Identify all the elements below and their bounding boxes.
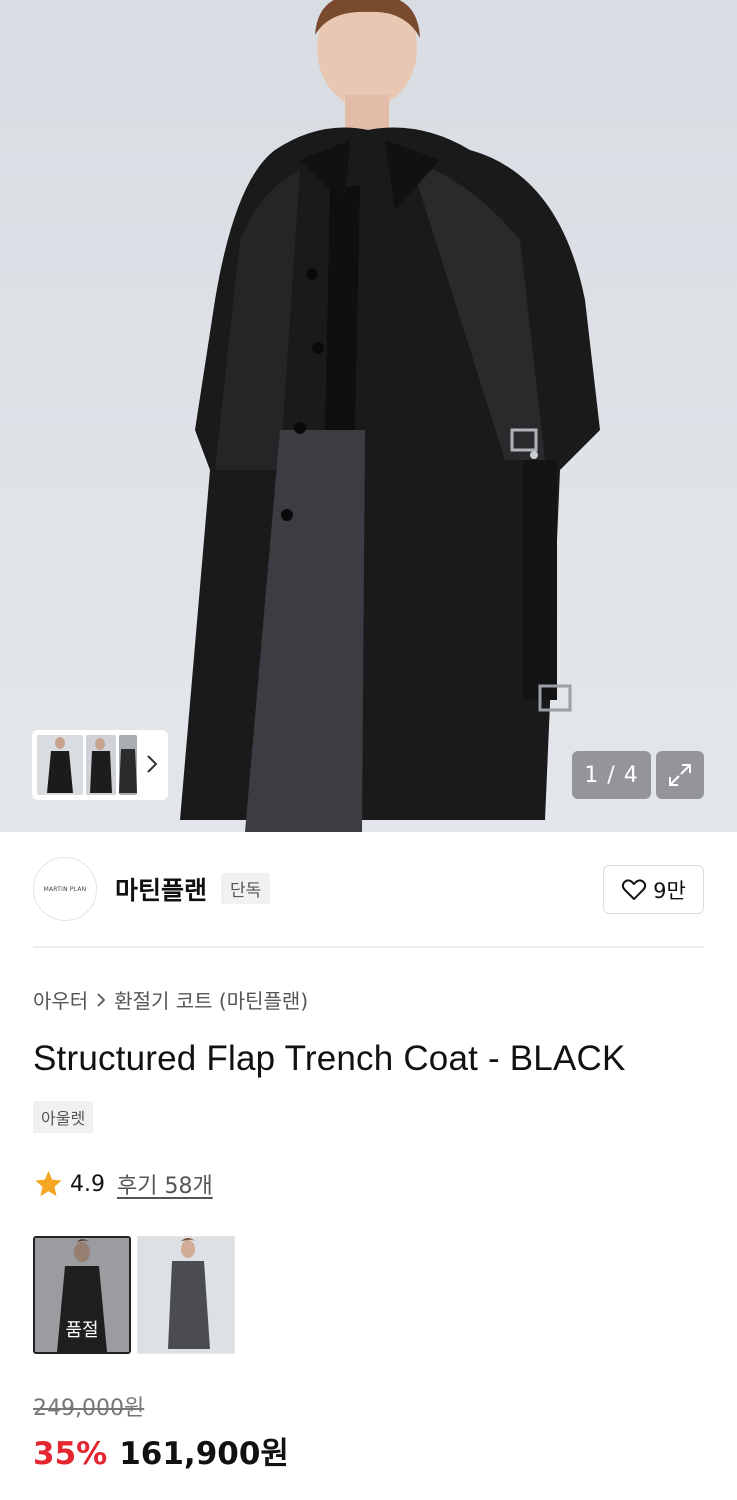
thumbnail-strip[interactable]: [32, 730, 168, 800]
soldout-overlay: 품절: [35, 1238, 129, 1352]
product-title: Structured Flap Trench Coat - BLACK: [33, 1039, 626, 1078]
star-icon: [35, 1170, 62, 1197]
image-counter: 1 / 4: [572, 751, 651, 799]
breadcrumb: 아우터 환절기 코트 (마틴플랜): [33, 985, 308, 1014]
exclusive-badge: 단독: [221, 873, 271, 904]
like-button[interactable]: 9만: [603, 865, 704, 914]
color-option-charcoal[interactable]: [137, 1236, 235, 1354]
expand-icon: [669, 764, 691, 786]
brand-name[interactable]: 마틴플랜: [115, 871, 207, 907]
thumbnail-side[interactable]: [86, 735, 116, 795]
thumbnail-back[interactable]: [119, 735, 137, 795]
chevron-right-icon[interactable]: [146, 754, 158, 774]
color-option-image: [138, 1237, 234, 1353]
outlet-tag: 아울렛: [33, 1101, 94, 1133]
expand-button[interactable]: [656, 751, 704, 799]
color-option-black[interactable]: 품절: [33, 1236, 131, 1354]
rating-row: 4.9 후기 58개: [33, 1168, 213, 1200]
model-photo: [180, 0, 600, 832]
brand-row: MARTIN PLAN 마틴플랜 단독 9만: [33, 857, 704, 923]
like-count: 9만: [653, 878, 686, 903]
breadcrumb-item-category[interactable]: 환절기 코트 (마틴플랜): [114, 985, 308, 1014]
rating-score: 4.9: [70, 1171, 105, 1197]
original-price: 249,000원: [33, 1396, 145, 1421]
price-row: 35% 161,900원: [33, 1428, 289, 1473]
final-price: 161,900원: [119, 1436, 289, 1472]
product-image-gallery[interactable]: 1 / 4: [0, 0, 737, 832]
thumbnail-front[interactable]: [37, 735, 83, 795]
brand-logo[interactable]: MARTIN PLAN: [33, 857, 97, 921]
reviews-link[interactable]: 후기 58개: [117, 1168, 213, 1200]
color-options: 품절: [33, 1236, 235, 1354]
heart-icon: [622, 878, 647, 900]
chevron-right-icon: [97, 992, 106, 1007]
discount-rate: 35%: [33, 1436, 108, 1472]
breadcrumb-item-outer[interactable]: 아우터: [33, 985, 88, 1014]
divider: [33, 946, 704, 948]
brand-logo-text: MARTIN PLAN: [43, 885, 87, 893]
